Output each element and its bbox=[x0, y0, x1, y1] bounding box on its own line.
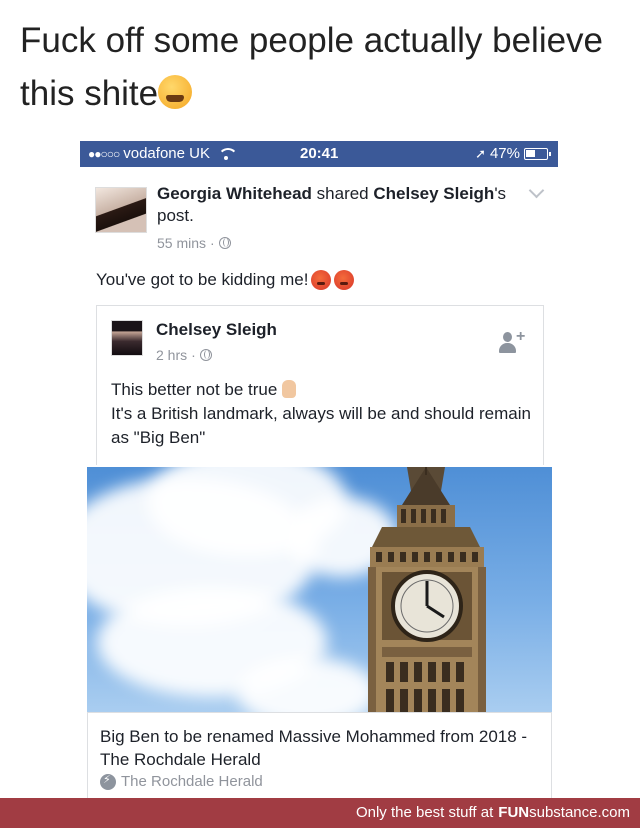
globe-icon bbox=[199, 349, 212, 361]
wifi-icon bbox=[217, 147, 238, 160]
post-meta: 55 mins · bbox=[157, 235, 231, 251]
post-header: Georgia Whitehead shared Chelsey Sleigh'… bbox=[157, 183, 527, 227]
watermark-bar: Only the best stuff at FUNsubstance.com bbox=[0, 798, 640, 828]
feed-post: Georgia Whitehead shared Chelsey Sleigh'… bbox=[80, 167, 558, 801]
link-source: The Rochdale Herald bbox=[100, 773, 263, 790]
meta-separator: · bbox=[210, 235, 215, 251]
instant-article-bolt-icon bbox=[100, 773, 116, 790]
weary-face-emoji-icon bbox=[158, 75, 193, 109]
carrier-name: vodafone UK bbox=[123, 145, 210, 162]
shared-post-line-1: This better not be true bbox=[111, 380, 278, 399]
link-preview-footer[interactable]: Big Ben to be renamed Massive Mohammed f… bbox=[87, 712, 552, 801]
watermark-brand: FUNsubstance.com bbox=[498, 804, 630, 821]
post-text: You've got to be kidding me! bbox=[96, 270, 309, 289]
post-timestamp[interactable]: 55 mins bbox=[157, 235, 206, 251]
add-friend-icon[interactable]: + bbox=[499, 329, 525, 354]
avatar[interactable] bbox=[111, 320, 143, 356]
author-name-link[interactable]: Georgia Whitehead bbox=[157, 184, 312, 203]
clock: 20:41 bbox=[300, 145, 339, 162]
avatar[interactable] bbox=[95, 187, 147, 233]
meme-caption: Fuck off some people actually believe th… bbox=[20, 14, 630, 120]
shared-author-name-link[interactable]: Chelsey Sleigh bbox=[156, 320, 277, 340]
battery-icon bbox=[524, 147, 551, 160]
phone-screenshot: ●●○○○ vodafone UK 20:41 ➚ 47% Georgia Wh… bbox=[80, 141, 558, 801]
shared-post-timestamp[interactable]: 2 hrs bbox=[156, 347, 187, 363]
signal-strength-icon: ●●○○○ bbox=[88, 146, 120, 161]
share-action-text: shared bbox=[316, 184, 369, 203]
angry-face-emoji-icon bbox=[334, 270, 355, 290]
meta-separator: · bbox=[191, 347, 196, 363]
raised-hand-emoji-icon bbox=[282, 380, 297, 398]
status-bar: ●●○○○ vodafone UK 20:41 ➚ 47% bbox=[80, 141, 558, 167]
shared-post-meta: 2 hrs · bbox=[156, 347, 212, 363]
globe-icon bbox=[218, 237, 231, 249]
shared-post[interactable]: Chelsey Sleigh 2 hrs · + This better not… bbox=[96, 305, 544, 465]
caption-text: Fuck off some people actually believe th… bbox=[20, 21, 604, 113]
location-arrow-icon: ➚ bbox=[475, 145, 486, 161]
post-body: You've got to be kidding me! bbox=[96, 270, 355, 290]
angry-face-emoji-icon bbox=[311, 270, 332, 290]
shared-post-body: This better not be true It's a British l… bbox=[111, 378, 531, 450]
link-preview-image[interactable] bbox=[87, 467, 552, 712]
link-title[interactable]: Big Ben to be renamed Massive Mohammed f… bbox=[100, 725, 540, 771]
chevron-down-icon[interactable] bbox=[528, 182, 545, 199]
battery-percent: 47% bbox=[489, 145, 520, 162]
link-source-name: The Rochdale Herald bbox=[121, 773, 263, 790]
shared-post-line-2: It's a British landmark, always will be … bbox=[111, 404, 531, 447]
big-ben-tower-image bbox=[368, 467, 486, 712]
watermark-tagline: Only the best stuff at bbox=[355, 804, 494, 821]
shared-from-link[interactable]: Chelsey Sleigh bbox=[373, 184, 494, 203]
